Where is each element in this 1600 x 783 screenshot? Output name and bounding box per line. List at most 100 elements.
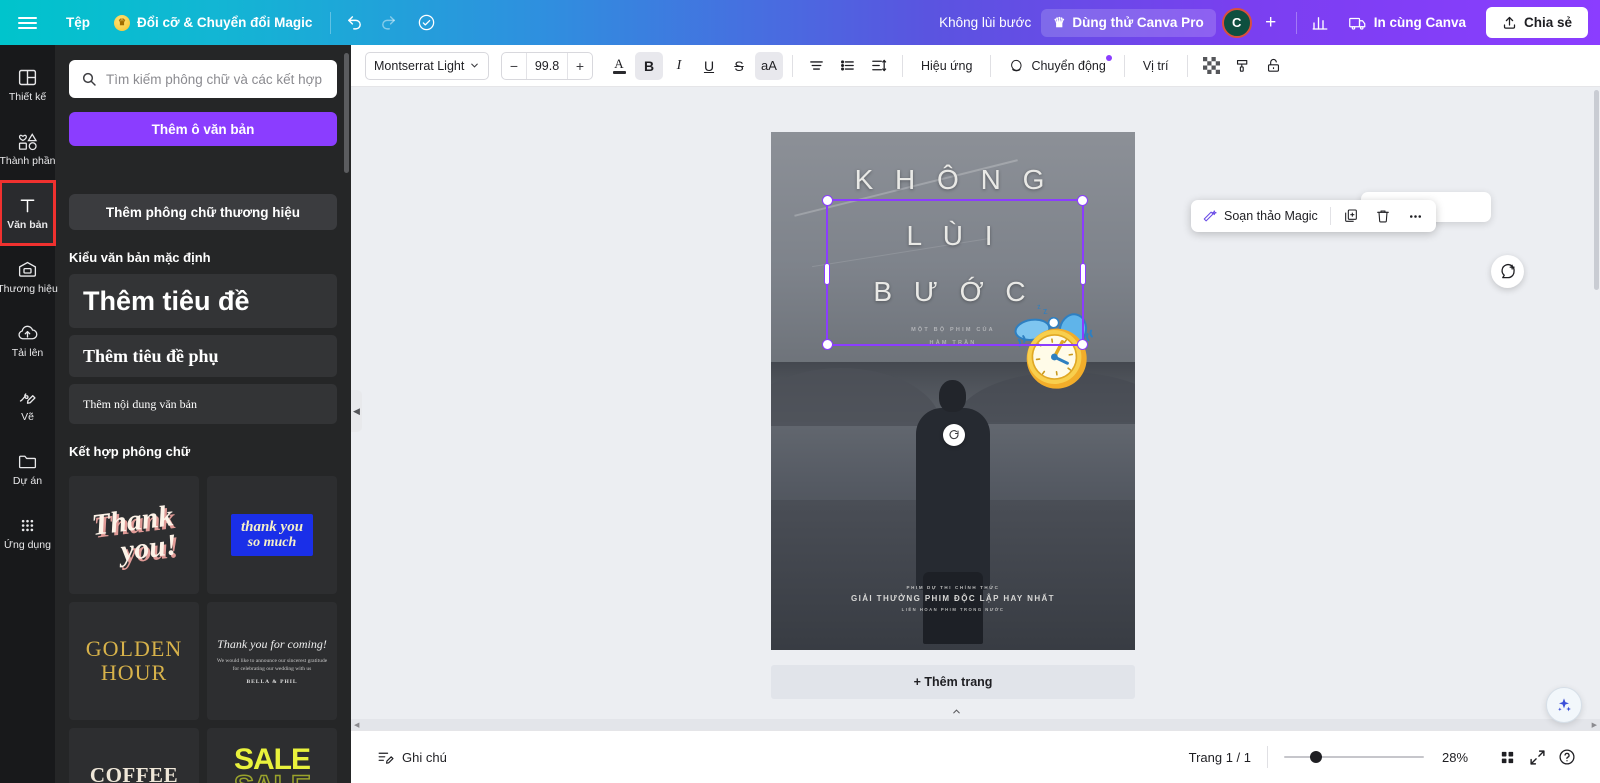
- analytics-icon[interactable]: [1303, 6, 1337, 40]
- font-family-select[interactable]: Montserrat Light: [365, 51, 489, 80]
- strike-label: S: [734, 57, 744, 74]
- duplicate-button[interactable]: [1336, 203, 1366, 229]
- rotate-handle-icon[interactable]: [943, 424, 965, 446]
- resize-handle-bottom-left[interactable]: [822, 339, 833, 350]
- resize-handle-left[interactable]: [824, 263, 830, 285]
- effects-button[interactable]: Hiệu ứng: [912, 52, 981, 80]
- add-page-button[interactable]: + Thêm trang: [771, 665, 1135, 699]
- bullet-list-button[interactable]: [833, 52, 862, 80]
- add-brand-font-button[interactable]: Thêm phông chữ thương hiệu: [69, 194, 337, 230]
- magic-resize-button[interactable]: ♛ Đổi cỡ & Chuyển đổi Magic: [102, 9, 324, 37]
- add-collaborator-button[interactable]: +: [1256, 8, 1286, 38]
- transparency-button[interactable]: [1197, 52, 1226, 80]
- scroll-left-arrow[interactable]: ◀: [354, 721, 359, 729]
- font-combo-sale[interactable]: SALE SALE SALE: [207, 728, 337, 783]
- canva-pro-trial-button[interactable]: ♛ Dùng thử Canva Pro: [1041, 8, 1216, 37]
- poster-footer-line-2[interactable]: GIẢI THƯỞNG PHIM ĐỘC LẬP HAY NHẤT: [771, 594, 1135, 603]
- print-with-canva-button[interactable]: In cùng Canva: [1337, 8, 1478, 38]
- italic-button[interactable]: I: [665, 52, 693, 80]
- style-card-heading[interactable]: Thêm tiêu đề: [69, 274, 337, 328]
- delete-button[interactable]: [1368, 203, 1398, 229]
- add-textbox-button[interactable]: Thêm ô văn bản: [69, 112, 337, 146]
- sidebar-item-design[interactable]: Thiết kế: [0, 53, 55, 117]
- scroll-right-arrow[interactable]: ▶: [1592, 721, 1597, 729]
- sidebar-item-elements[interactable]: Thành phần: [0, 117, 56, 181]
- magic-write-button[interactable]: Soạn thảo Magic: [1196, 203, 1325, 229]
- panel-collapse-handle[interactable]: ◀: [351, 390, 362, 432]
- menu-file[interactable]: Tệp: [54, 9, 102, 36]
- ai-sparkle-icon: [1558, 698, 1571, 712]
- canvas-area[interactable]: K H Ô N G L Ù I B Ư Ớ C MỘT BỘ PHIM CỦA …: [351, 87, 1600, 730]
- bold-button[interactable]: B: [635, 51, 663, 80]
- divider: [902, 54, 903, 77]
- resize-handle-right[interactable]: [1080, 263, 1086, 285]
- style-card-label: Thêm tiêu đề phụ: [83, 345, 219, 366]
- divider: [1295, 11, 1297, 34]
- sidebar-item-draw[interactable]: Vẽ: [0, 373, 55, 437]
- help-button[interactable]: [1552, 742, 1582, 772]
- ai-assistant-button[interactable]: [1546, 687, 1582, 723]
- line-spacing-button[interactable]: [864, 52, 893, 80]
- font-size-decrease-button[interactable]: −: [502, 53, 526, 79]
- font-size-input[interactable]: 99.8: [526, 52, 568, 79]
- font-combo-thank-you-for-coming[interactable]: Thank you for coming! We would like to a…: [207, 602, 337, 720]
- sidebar-item-text[interactable]: Văn bản: [0, 180, 56, 246]
- add-comment-button[interactable]: [1491, 255, 1524, 288]
- underline-button[interactable]: U: [695, 52, 723, 80]
- font-combo-golden-hour[interactable]: GOLDEN HOUR: [69, 602, 199, 720]
- effects-label: Hiệu ứng: [921, 58, 973, 73]
- lock-icon: [1267, 58, 1279, 72]
- align-text-button[interactable]: [802, 52, 831, 80]
- zoom-slider-knob[interactable]: [1310, 751, 1322, 763]
- animate-icon: [1011, 59, 1022, 71]
- position-button[interactable]: Vị trí: [1134, 52, 1178, 80]
- avatar[interactable]: C: [1221, 7, 1252, 38]
- hamburger-icon[interactable]: [0, 14, 54, 32]
- font-combo-thank-you[interactable]: Thank you!: [69, 476, 199, 594]
- font-search-box[interactable]: [69, 60, 337, 98]
- font-size-increase-button[interactable]: +: [568, 53, 592, 79]
- grid-view-button[interactable]: [1492, 742, 1522, 772]
- zoom-slider[interactable]: [1284, 751, 1424, 763]
- letter-case-button[interactable]: aA: [755, 51, 783, 80]
- share-button[interactable]: Chia sẻ: [1485, 7, 1588, 38]
- resize-handle-top-left[interactable]: [822, 195, 833, 206]
- sidebar-item-projects[interactable]: Dự án: [0, 437, 55, 501]
- position-label: Vị trí: [1142, 58, 1169, 73]
- truck-icon: [1348, 17, 1366, 30]
- lock-button[interactable]: [1259, 52, 1288, 80]
- resize-handle-bottom-right[interactable]: [1077, 339, 1088, 350]
- notes-button[interactable]: Ghi chú: [369, 743, 455, 772]
- redo-icon[interactable]: [371, 6, 405, 40]
- poster-footer-line-1[interactable]: PHIM DỰ THI CHÍNH THỨC: [771, 585, 1135, 590]
- document-title[interactable]: Không lùi bước: [929, 9, 1041, 36]
- font-combo-coffee-please[interactable]: COFFEE PLEASE: [69, 728, 199, 783]
- canvas-horizontal-scrollbar[interactable]: ◀ ▶: [351, 719, 1600, 730]
- sidebar-item-apps[interactable]: Ứng dụng: [0, 501, 55, 565]
- copy-style-button[interactable]: [1228, 52, 1257, 80]
- apps-grid-icon: [21, 520, 34, 532]
- poster-footer-line-3[interactable]: LIÊN HOAN PHIM TRONG NƯỚC: [771, 607, 1135, 612]
- more-options-button[interactable]: [1400, 203, 1431, 229]
- style-card-subheading[interactable]: Thêm tiêu đề phụ: [69, 335, 337, 377]
- text-selection-box[interactable]: [822, 195, 1088, 350]
- font-size-stepper: − 99.8 +: [501, 51, 593, 80]
- sidebar-item-uploads[interactable]: Tải lên: [0, 309, 55, 373]
- canvas-vertical-scrollbar[interactable]: [1594, 90, 1599, 290]
- menu-file-label: Tệp: [66, 15, 91, 30]
- collapse-pages-toggle[interactable]: [933, 704, 979, 719]
- cloud-sync-icon[interactable]: [409, 6, 443, 40]
- zoom-level-label[interactable]: 28%: [1442, 750, 1476, 765]
- font-combo-thank-you-so-much[interactable]: thank you so much: [207, 476, 337, 594]
- panel-scrollbar[interactable]: [344, 53, 349, 173]
- style-card-body[interactable]: Thêm nội dung văn bản: [69, 384, 337, 424]
- undo-icon[interactable]: [337, 6, 371, 40]
- text-color-button[interactable]: A: [605, 52, 633, 80]
- resize-handle-top-right[interactable]: [1077, 195, 1088, 206]
- fullscreen-button[interactable]: [1522, 742, 1552, 772]
- poster-title-line-1[interactable]: K H Ô N G: [771, 164, 1135, 196]
- animate-button[interactable]: Chuyển động: [1000, 52, 1114, 80]
- search-input[interactable]: [106, 71, 325, 87]
- sidebar-item-brand[interactable]: Thương hiệu: [0, 245, 58, 309]
- strikethrough-button[interactable]: S: [725, 52, 753, 80]
